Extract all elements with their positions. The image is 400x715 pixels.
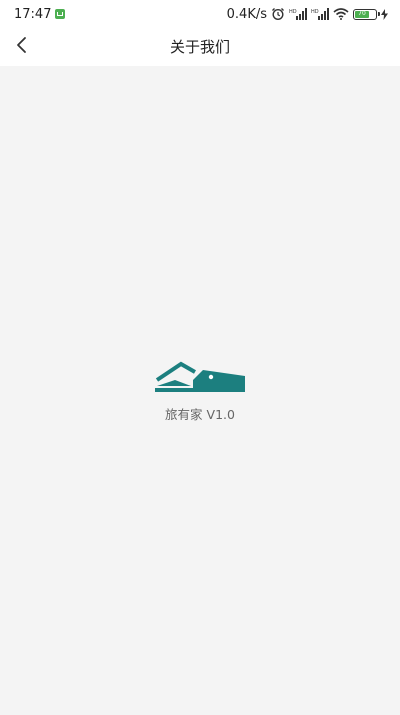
alarm-icon — [271, 7, 285, 21]
network-speed: 0.4K/s — [226, 6, 267, 22]
page-title: 关于我们 — [169, 38, 230, 56]
signal-icon: HD — [311, 8, 329, 20]
battery-level: 70 — [355, 10, 369, 18]
status-time: 17:47 — [14, 6, 52, 22]
notification-icon — [55, 9, 66, 19]
nav-bar: 关于我们 — [0, 28, 400, 66]
status-bar: 17:47 0.4K/s HD HD 70 — [0, 0, 400, 28]
about-content: 旅有家 V1.0 — [0, 66, 400, 715]
house-logo-icon — [155, 358, 245, 392]
status-right: 0.4K/s HD HD 70 — [227, 7, 388, 22]
svg-text:HD: HD — [289, 9, 297, 15]
svg-text:HD: HD — [311, 9, 319, 15]
status-left: 17:47 — [14, 6, 66, 22]
battery-icon: 70 — [353, 8, 380, 20]
wifi-icon — [333, 8, 349, 20]
signal-hd-icon: HD — [289, 8, 307, 20]
app-version: 旅有家 V1.0 — [165, 407, 235, 422]
charging-icon — [381, 8, 388, 20]
